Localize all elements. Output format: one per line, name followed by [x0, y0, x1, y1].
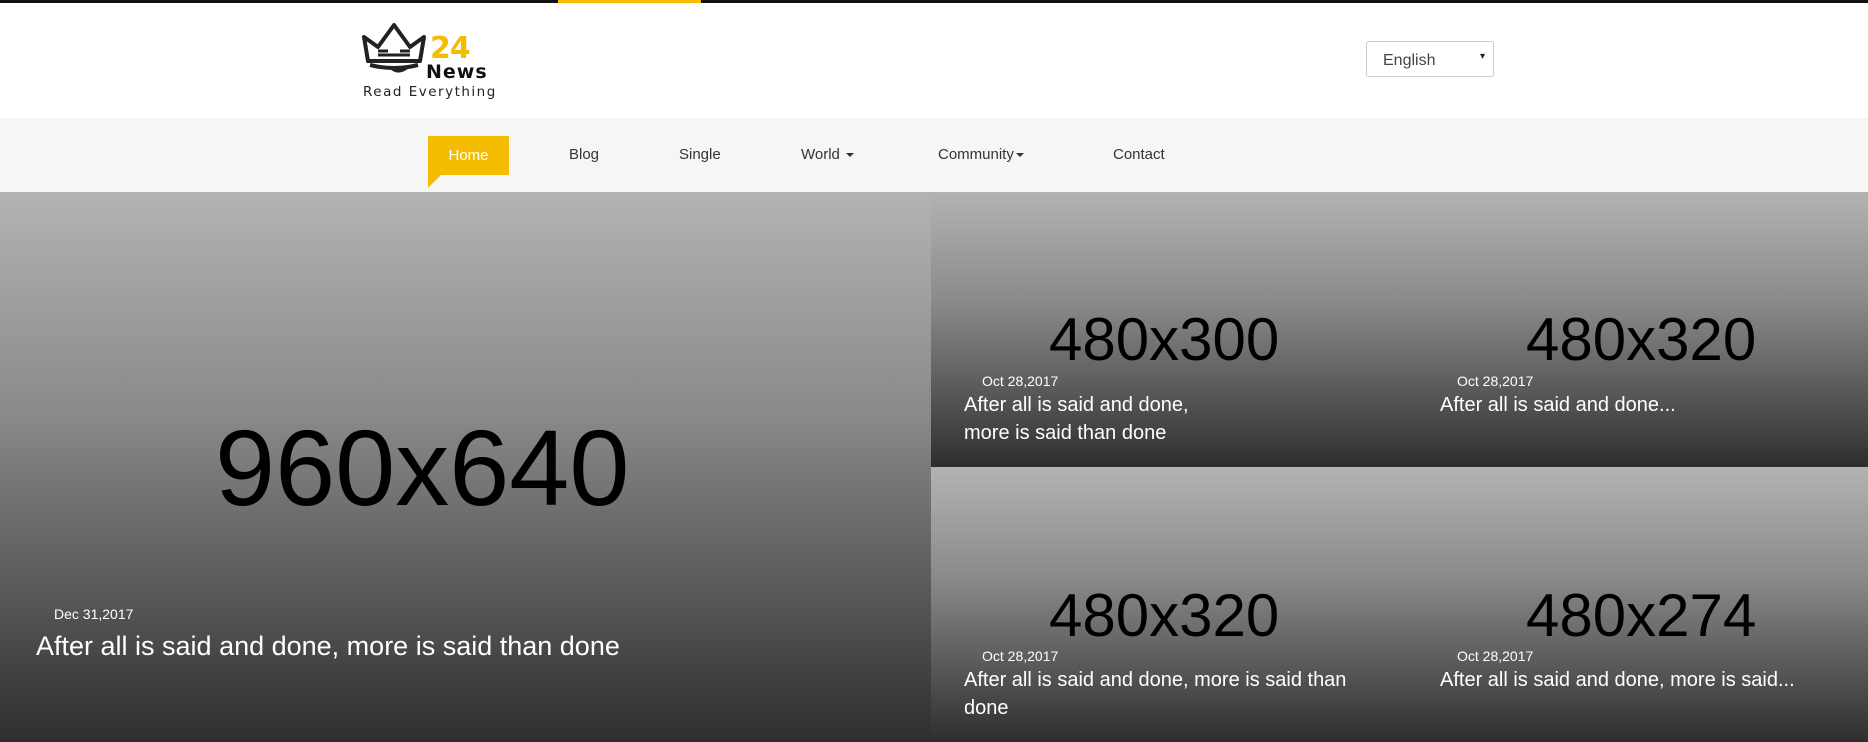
featured-post[interactable]: 960x640 Dec 31,2017 After all is said an… [0, 192, 931, 742]
nav-item-label: Contact [1113, 146, 1165, 163]
nav-item-single[interactable]: Single [679, 118, 721, 192]
nav-item-label: Blog [569, 146, 600, 163]
featured-title[interactable]: After all is said and done, more is said… [36, 628, 620, 664]
grid-post-date: Oct 28,2017 [982, 648, 1059, 664]
featured-image-placeholder: 960x640 [215, 407, 630, 528]
grid-post-date: Oct 28,2017 [1457, 648, 1534, 664]
caret-down-icon [845, 153, 854, 158]
nav-item-home[interactable]: Home [428, 136, 509, 175]
grid-post-title[interactable]: After all is said and done... [1440, 391, 1840, 419]
grid-post-title[interactable]: After all is said and done, more is said… [964, 666, 1384, 722]
crown-icon [362, 23, 426, 73]
grid-image-placeholder: 480x320 [1526, 306, 1757, 373]
grid-post-date: Oct 28,2017 [1457, 373, 1534, 389]
main-nav: Home Blog Single World Community Contact [0, 118, 1868, 192]
site-header: 24 News Read Everything English ▾ [0, 3, 1868, 118]
logo-word: News [426, 61, 488, 83]
featured-date: Dec 31,2017 [54, 606, 134, 622]
chevron-down-icon: ▾ [1479, 51, 1485, 62]
nav-item-label: World [801, 146, 840, 163]
grid-post-title[interactable]: After all is said and done, more is said… [1440, 666, 1840, 694]
caret-down-icon [1015, 153, 1024, 158]
grid-image-placeholder: 480x320 [1049, 582, 1280, 649]
grid-post[interactable]: 480x274 Oct 28,2017 After all is said an… [1406, 467, 1868, 742]
nav-item-contact[interactable]: Contact [1113, 118, 1165, 192]
grid-post-title[interactable]: After all is said and done, more is said… [964, 391, 1224, 447]
grid-post-date: Oct 28,2017 [982, 373, 1059, 389]
nav-item-blog[interactable]: Blog [569, 118, 599, 192]
site-logo[interactable]: 24 News Read Everything [360, 21, 500, 103]
grid-post[interactable]: 480x320 Oct 28,2017 After all is said an… [1406, 192, 1868, 467]
nav-item-community[interactable]: Community [938, 118, 1024, 192]
logo-tagline: Read Everything [363, 84, 497, 100]
language-select[interactable]: English ▾ [1366, 41, 1494, 77]
nav-item-label: Single [679, 146, 721, 163]
nav-item-label: Community [938, 146, 1014, 163]
grid-image-placeholder: 480x274 [1526, 582, 1757, 649]
nav-home-tail [428, 175, 441, 188]
language-select-value: English [1383, 52, 1436, 69]
grid-image-placeholder: 480x300 [1049, 306, 1280, 373]
nav-item-world[interactable]: World [801, 118, 854, 192]
